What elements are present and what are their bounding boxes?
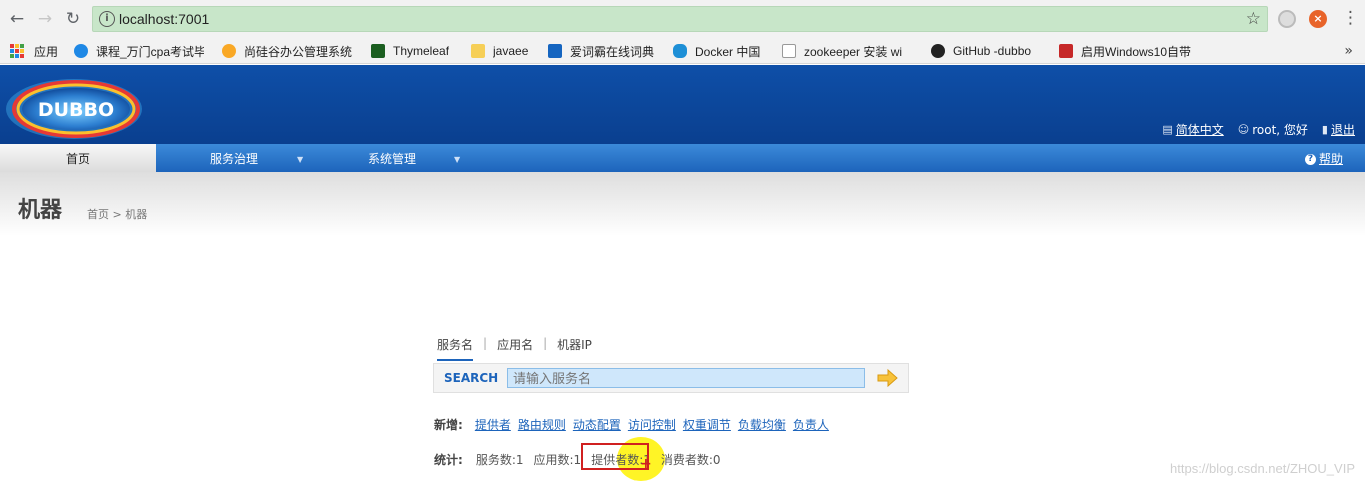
- tab-machine-ip[interactable]: 机器IP: [557, 336, 592, 361]
- bookmark-docker[interactable]: Docker 中国: [673, 41, 760, 61]
- tab-separator: |: [543, 336, 548, 350]
- mouse-cursor-icon: +: [640, 456, 652, 472]
- statistics: 统计: 服务数:1 应用数:1 提供者数:1 消费者数:0: [434, 451, 721, 468]
- logout-icon: ▮: [1321, 123, 1328, 136]
- app-header: DUBBO ▤ 简体中文 ☺ root, 您好 ▮ 退出: [0, 65, 1365, 144]
- more-bookmarks-icon[interactable]: »: [1344, 43, 1353, 59]
- page-title-bar: 机器 首页 > 机器: [0, 172, 1365, 236]
- add-access-control-link[interactable]: 访问控制: [628, 416, 676, 433]
- bookmarks-bar: 应用 课程_万门cpa考试毕 尚硅谷办公管理系统 Thymeleaf javae…: [0, 37, 1365, 64]
- bookmark-star-icon[interactable]: ☆: [1246, 9, 1261, 29]
- apps-icon: [10, 44, 24, 58]
- user-greeting: ☺ root, 您好: [1238, 121, 1308, 138]
- bookmark-javaee[interactable]: javaee: [471, 41, 528, 61]
- bookmark-atguigu[interactable]: 尚硅谷办公管理系统: [222, 41, 352, 61]
- back-arrow-icon[interactable]: ←: [6, 8, 28, 30]
- extension-icon[interactable]: [1278, 10, 1296, 28]
- bookmark-label: 爱词霸在线词典: [570, 44, 655, 59]
- browser-toolbar: ← → ↻ i localhost:7001 ☆ × ⋮: [0, 0, 1365, 37]
- breadcrumb[interactable]: 首页 > 机器: [87, 206, 147, 222]
- address-url[interactable]: localhost:7001: [119, 11, 209, 27]
- bookmark-apps[interactable]: 应用: [10, 41, 58, 61]
- info-icon[interactable]: i: [99, 11, 115, 27]
- bookmark-github[interactable]: GitHub -dubbo: [931, 41, 1031, 61]
- course-icon: [74, 44, 88, 58]
- search-box: SEARCH: [433, 363, 909, 393]
- csdn-icon: [1059, 44, 1073, 58]
- caret-down-icon: ▼: [454, 155, 461, 164]
- bookmark-windows10[interactable]: 启用Windows10自带: [1059, 41, 1191, 61]
- search-tabs: 服务名 | 应用名 | 机器IP: [437, 336, 592, 361]
- add-route-rule-link[interactable]: 路由规则: [518, 416, 566, 433]
- tab-separator: |: [483, 336, 488, 350]
- user-label: root, 您好: [1252, 123, 1308, 137]
- consumer-count: 消费者数:0: [660, 453, 721, 467]
- document-icon: ▤: [1162, 123, 1173, 136]
- bookmark-label: GitHub -dubbo: [953, 44, 1032, 58]
- logo-text: DUBBO: [38, 99, 114, 121]
- search-label: SEARCH: [444, 371, 499, 385]
- watermark: https://blog.csdn.net/ZHOU_VIP: [1170, 461, 1355, 476]
- forward-arrow-icon[interactable]: →: [34, 8, 56, 30]
- atguigu-icon: [222, 44, 236, 58]
- bookmark-iciba[interactable]: 爱词霸在线词典: [548, 41, 654, 61]
- logout-label: 退出: [1330, 123, 1355, 137]
- zookeeper-icon: [782, 44, 796, 58]
- help-icon: ?: [1304, 154, 1316, 165]
- user-icon: ☺: [1237, 123, 1250, 136]
- bookmark-label: 启用Windows10自带: [1081, 44, 1192, 59]
- add-load-balance-link[interactable]: 负载均衡: [738, 416, 786, 433]
- page-title: 机器: [18, 198, 63, 223]
- docker-icon: [673, 44, 687, 58]
- arrow-right-icon[interactable]: [877, 368, 899, 388]
- menu-system-management[interactable]: 系统管理: [368, 144, 416, 172]
- bookmark-thymeleaf[interactable]: Thymeleaf: [371, 41, 449, 61]
- menu-home[interactable]: 首页: [0, 144, 156, 172]
- bookmark-label: 尚硅谷办公管理系统: [244, 44, 353, 59]
- tab-application-name[interactable]: 应用名: [497, 336, 533, 361]
- extension-fox-icon[interactable]: ×: [1309, 10, 1327, 28]
- bookmark-label: zookeeper 安装 wi: [804, 44, 903, 59]
- folder-icon: [471, 44, 485, 58]
- add-provider-link[interactable]: 提供者: [475, 416, 511, 433]
- tab-service-name[interactable]: 服务名: [437, 336, 474, 361]
- caret-down-icon: ▼: [297, 155, 304, 164]
- language-link[interactable]: ▤ 简体中文: [1162, 121, 1223, 138]
- bookmark-course[interactable]: 课程_万门cpa考试毕: [74, 41, 204, 61]
- help-link[interactable]: ? 帮助: [1304, 144, 1343, 174]
- search-input[interactable]: [507, 368, 865, 388]
- add-owner-link[interactable]: 负责人: [793, 416, 829, 433]
- language-label: 简体中文: [1175, 123, 1224, 137]
- bookmark-label: Docker 中国: [695, 44, 761, 59]
- help-label: 帮助: [1318, 152, 1343, 166]
- add-dynamic-config-link[interactable]: 动态配置: [573, 416, 621, 433]
- iciba-icon: [548, 44, 562, 58]
- thymeleaf-icon: [371, 44, 385, 58]
- add-weight-link[interactable]: 权重调节: [683, 416, 731, 433]
- github-icon: [931, 44, 945, 58]
- annotation-box: [581, 443, 649, 470]
- menu-service-governance[interactable]: 服务治理: [210, 144, 258, 172]
- logout-link[interactable]: ▮ 退出: [1322, 121, 1355, 138]
- reload-icon[interactable]: ↻: [62, 8, 84, 30]
- browser-menu-icon[interactable]: ⋮: [1342, 8, 1359, 28]
- quick-add-label: 新增:: [434, 418, 463, 432]
- quick-add-links: 新增: 提供者 路由规则 动态配置 访问控制 权重调节 负载均衡 负责人: [434, 416, 829, 433]
- bookmark-label: 应用: [34, 44, 59, 59]
- stats-label: 统计:: [434, 453, 463, 467]
- bookmark-label: javaee: [493, 44, 529, 58]
- application-count: 应用数:1: [533, 453, 582, 467]
- service-count: 服务数:1: [475, 453, 524, 467]
- dubbo-logo[interactable]: DUBBO: [4, 69, 144, 141]
- address-bar[interactable]: i localhost:7001 ☆: [92, 6, 1268, 32]
- bookmark-zookeeper[interactable]: zookeeper 安装 wi: [782, 41, 902, 61]
- main-menu: 首页 服务治理 ▼ 系统管理 ▼ ? 帮助: [0, 144, 1365, 172]
- bookmark-label: 课程_万门cpa考试毕: [96, 44, 204, 59]
- user-links: ▤ 简体中文 ☺ root, 您好 ▮ 退出: [1162, 121, 1355, 138]
- bookmark-label: Thymeleaf: [393, 44, 450, 58]
